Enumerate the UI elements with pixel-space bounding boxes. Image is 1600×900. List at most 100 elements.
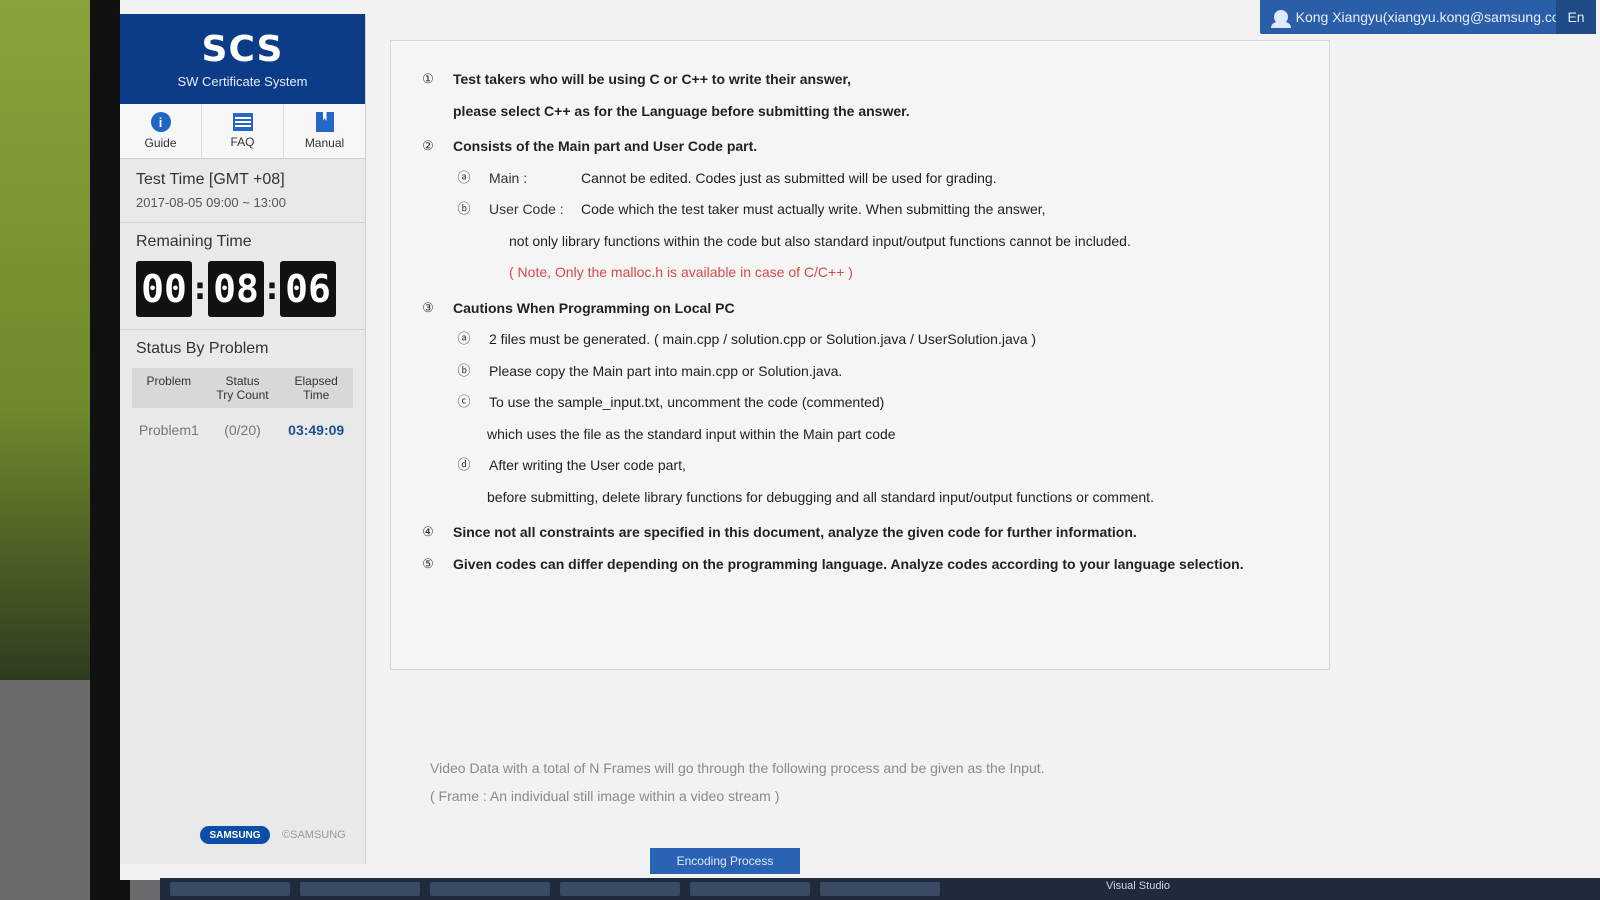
- instruction-text: Consists of the Main part and User Code …: [453, 138, 758, 154]
- sidebar-nav: i Guide FAQ Manual: [120, 104, 365, 159]
- instruction-line: ⓒ To use the sample_input.txt, uncomment…: [453, 394, 1303, 412]
- status-by-problem: Status By Problem Problem Status Try Cou…: [120, 330, 365, 454]
- instruction-text: Cautions When Programming on Local PC: [453, 299, 735, 316]
- countdown-clock: 00 : 08 : 06: [136, 261, 349, 317]
- test-time-title: Test Time [GMT +08]: [136, 171, 285, 188]
- faq-tile[interactable]: FAQ: [202, 104, 284, 158]
- bottom-notes: Video Data with a total of N Frames will…: [430, 760, 1045, 804]
- instruction-text: before submitting, delete library functi…: [487, 488, 1154, 505]
- instruction-line: ⑤ Given codes can differ depending on th…: [417, 556, 1303, 574]
- marker: ⓑ: [457, 362, 471, 378]
- instruction-line: which uses the file as the standard inpu…: [487, 426, 1303, 444]
- instruction-line: ⓐ Main : Cannot be edited. Codes just as…: [453, 170, 1303, 188]
- faq-icon: [232, 113, 253, 131]
- marker: ⑤: [422, 555, 434, 571]
- usercode-desc: Code which the test taker must actually …: [581, 201, 1046, 217]
- instruction-text: Please copy the Main part into main.cpp …: [489, 362, 843, 379]
- instruction-text: Given codes can differ depending on the …: [453, 555, 1244, 572]
- bottom-line-2: ( Frame : An individual still image with…: [430, 788, 780, 804]
- instruction-text: which uses the file as the standard inpu…: [487, 425, 896, 442]
- instruction-text: please select C++ as for the Language be…: [453, 102, 910, 119]
- test-time-range: 2017-08-05 09:00 ~ 13:00: [136, 195, 286, 210]
- guide-tile[interactable]: i Guide: [120, 104, 202, 158]
- instruction-line: ⓑ User Code : Code which the test taker …: [453, 201, 1303, 219]
- main-desc: Cannot be edited. Codes just as submitte…: [581, 169, 997, 186]
- taskbar-item[interactable]: [300, 882, 420, 896]
- instruction-text: 2 files must be generated. ( main.cpp / …: [489, 331, 1037, 347]
- user-name: Kong Xiangyu(xiangyu.kong@samsung.com): [1295, 9, 1576, 25]
- problem-row[interactable]: Problem1 (0/20) 03:49:09: [132, 416, 353, 444]
- marker: ③: [422, 299, 434, 315]
- instructions-panel: ① Test takers who will be using C or C++…: [390, 40, 1330, 670]
- marker: ⓐ: [457, 169, 471, 185]
- taskbar-item[interactable]: [690, 882, 810, 896]
- instruction-text: Since not all constraints are specified …: [453, 524, 1137, 540]
- user-bar[interactable]: Kong Xiangyu(xiangyu.kong@samsung.com) E…: [1259, 0, 1596, 34]
- sidebar: SCS SW Certificate System i Guide FAQ Ma…: [120, 14, 366, 864]
- usercode-desc-2: not only library functions within the co…: [509, 232, 1131, 249]
- browser-screen: Kong Xiangyu(xiangyu.kong@samsung.com) E…: [120, 0, 1600, 880]
- language-tab-label: En: [1567, 9, 1585, 25]
- brand-subtitle: SW Certificate System: [177, 74, 308, 89]
- marker: ⓒ: [457, 394, 471, 409]
- manual-label: Manual: [304, 136, 345, 150]
- marker: ⓓ: [457, 457, 471, 472]
- book-icon: [315, 112, 334, 132]
- marker: ⓑ: [457, 201, 471, 216]
- marker: ②: [422, 138, 434, 153]
- info-icon: i: [150, 112, 171, 132]
- problem-name: Problem1: [138, 422, 199, 438]
- samsung-branding: SAMSUNG ©SAMSUNG: [200, 826, 346, 844]
- instruction-text: To use the sample_input.txt, uncomment t…: [489, 394, 885, 410]
- guide-label: Guide: [144, 136, 177, 150]
- elapsed-time: 03:49:09: [288, 422, 345, 438]
- instruction-line: ( Note, Only the malloc.h is available i…: [509, 264, 1303, 282]
- manual-tile[interactable]: Manual: [284, 104, 365, 158]
- instruction-line: ⓓ After writing the User code part,: [453, 457, 1303, 475]
- header-elapsed: Elapsed Time: [279, 368, 353, 408]
- clock-colon: :: [194, 271, 206, 307]
- instruction-text: Test takers who will be using C or C++ t…: [453, 71, 852, 87]
- marker: ①: [422, 71, 434, 86]
- taskbar: Visual Studio: [160, 878, 1600, 900]
- taskbar-visual-studio[interactable]: Visual Studio: [1106, 880, 1170, 892]
- taskbar-item[interactable]: [430, 882, 550, 896]
- marker: ④: [422, 524, 434, 539]
- remaining-time-section: Remaining Time 00 : 08 : 06: [120, 223, 365, 330]
- brand-logo: SCS SW Certificate System: [120, 14, 365, 104]
- instruction-line: please select C++ as for the Language be…: [417, 103, 1303, 121]
- taskbar-item[interactable]: [170, 882, 290, 896]
- marker: ⓐ: [457, 331, 471, 346]
- header-problem: Problem: [146, 374, 192, 388]
- instruction-line: ① Test takers who will be using C or C++…: [417, 71, 1303, 89]
- seconds-box: 06: [280, 261, 336, 317]
- faq-label: FAQ: [230, 135, 255, 149]
- language-tab[interactable]: En: [1556, 0, 1596, 34]
- malloc-note: ( Note, Only the malloc.h is available i…: [509, 264, 853, 280]
- instruction-line: not only library functions within the co…: [509, 233, 1303, 251]
- user-icon: [1270, 10, 1291, 28]
- samsung-logo: SAMSUNG: [200, 826, 270, 844]
- instruction-line: ② Consists of the Main part and User Cod…: [417, 138, 1303, 156]
- status-title: Status By Problem: [136, 340, 269, 357]
- taskbar-item[interactable]: [560, 882, 680, 896]
- instruction-line: ⓑ Please copy the Main part into main.cp…: [453, 363, 1303, 381]
- minutes-box: 08: [208, 261, 264, 317]
- taskbar-item[interactable]: [820, 882, 940, 896]
- instruction-line: ④ Since not all constraints are specifie…: [417, 524, 1303, 542]
- main-label: Main :: [489, 169, 528, 186]
- status-header: Problem Status Try Count Elapsed Time: [132, 368, 353, 408]
- instruction-line: before submitting, delete library functi…: [487, 489, 1303, 507]
- header-status-text: Status Try Count: [216, 374, 269, 402]
- clock-colon: :: [266, 271, 278, 307]
- brand-title: SCS: [201, 29, 284, 70]
- usercode-label: User Code :: [489, 201, 564, 217]
- encoding-process-tab[interactable]: Encoding Process: [650, 848, 800, 874]
- bottom-line-1: Video Data with a total of N Frames will…: [430, 760, 1045, 776]
- remaining-title: Remaining Time: [136, 233, 252, 250]
- instruction-line: ⓐ 2 files must be generated. ( main.cpp …: [453, 331, 1303, 349]
- main-content: ① Test takers who will be using C or C++…: [390, 40, 1540, 874]
- try-count: (0/20): [224, 422, 261, 438]
- instruction-line: ③ Cautions When Programming on Local PC: [417, 300, 1303, 318]
- test-time-section: Test Time [GMT +08] 2017-08-05 09:00 ~ 1…: [120, 159, 365, 223]
